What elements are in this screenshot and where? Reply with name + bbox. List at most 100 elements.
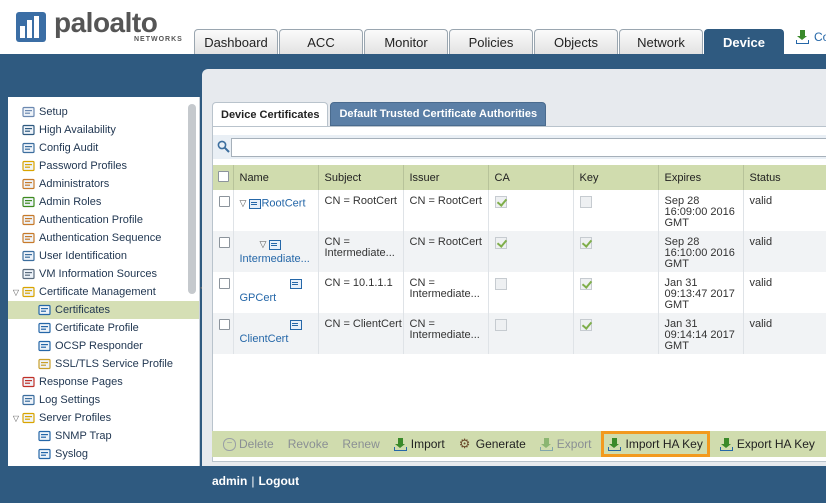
tab-dashboard[interactable]: Dashboard — [194, 29, 278, 54]
logo-subtitle: NETWORKS — [134, 36, 183, 43]
response-pages-icon — [22, 376, 36, 389]
expand-toggle-icon[interactable]: ▽ — [11, 287, 21, 297]
sidebar-item-authentication-sequence[interactable]: Authentication Sequence — [8, 229, 199, 247]
certificate-icon — [249, 198, 262, 209]
current-user-link[interactable]: admin — [212, 474, 247, 488]
generate-button[interactable]: Generate — [455, 433, 530, 455]
commit-button[interactable]: Co — [796, 30, 826, 44]
renew-button[interactable]: Renew — [338, 433, 383, 455]
sidebar-item-password-profiles[interactable]: Password Profiles — [8, 157, 199, 175]
export-ha-key-button[interactable]: Export HA Key — [716, 433, 819, 455]
tab-device-certificates[interactable]: Device Certificates — [212, 102, 329, 126]
logo-wordmark: paloalto — [54, 7, 158, 38]
cert-ca-cell — [488, 313, 574, 354]
column-header-key[interactable]: Key — [573, 165, 659, 190]
sidebar-item-authentication-profile[interactable]: Authentication Profile — [8, 211, 199, 229]
sidebar-item-certificate-management[interactable]: ▽ Certificate Management — [8, 283, 199, 301]
cert-name-link[interactable]: GPCert — [240, 289, 318, 304]
high-availability-icon — [22, 124, 36, 137]
export-button[interactable]: Export — [536, 433, 596, 455]
delete-icon — [222, 437, 236, 451]
sidebar-item-snmp-trap[interactable]: SNMP Trap — [8, 427, 199, 445]
logout-link[interactable]: Logout — [258, 474, 299, 488]
gear-icon — [459, 436, 473, 452]
sidebar-item-ocsp-responder[interactable]: OCSP Responder — [8, 337, 199, 355]
sidebar-item-admin-roles[interactable]: Admin Roles — [8, 193, 199, 211]
expires-zone: GMT — [664, 340, 689, 352]
renew-label: Renew — [342, 437, 380, 451]
sidebar-item-administrators[interactable]: Administrators — [8, 175, 199, 193]
sidebar-item-setup[interactable]: Setup — [8, 103, 199, 121]
tab-monitor[interactable]: Monitor — [364, 29, 448, 54]
column-header-expires[interactable]: Expires — [658, 165, 744, 190]
table-body: ▽ RootCert CN = RootCert CN = RootCert Sep … — [213, 190, 826, 354]
sidebar-item-label: OCSP Responder — [55, 340, 143, 352]
cert-name-link[interactable]: Intermediate... — [240, 250, 318, 265]
certificates-table: Name Subject Issuer CA Key Expires Statu… — [213, 165, 826, 354]
tab-policies[interactable]: Policies — [449, 29, 533, 54]
export-ha-key-icon — [719, 437, 734, 451]
expand-toggle-icon[interactable]: ▽ — [11, 413, 21, 423]
sidebar-item-certificate-profile[interactable]: Certificate Profile — [8, 319, 199, 337]
row-checkbox[interactable] — [219, 278, 230, 289]
sidebar-item-server-profiles[interactable]: ▽ Server Profiles — [8, 409, 199, 427]
sidebar-item-log-settings[interactable]: Log Settings — [8, 391, 199, 409]
column-header-ca[interactable]: CA — [488, 165, 574, 190]
revoke-label: Revoke — [287, 437, 329, 451]
tree-toggle-icon[interactable]: ▽ — [260, 239, 267, 250]
tab-device[interactable]: Device — [704, 29, 784, 54]
sidebar-item-vm-information-sources[interactable]: VM Information Sources — [8, 265, 199, 283]
sidebar-item-label: Password Profiles — [39, 160, 128, 172]
sidebar-item-certificates[interactable]: Certificates — [8, 301, 199, 319]
sidebar-item-config-audit[interactable]: Config Audit — [8, 139, 199, 157]
row-checkbox[interactable] — [219, 319, 230, 330]
table-row[interactable]: ▽ Intermediate... CN = Intermediate... CN … — [213, 231, 826, 272]
table-row[interactable]: ▽ RootCert CN = RootCert CN = RootCert Sep … — [213, 190, 826, 231]
cert-issuer: CN = Intermediate... — [403, 272, 489, 313]
commit-label: Co — [814, 30, 826, 44]
tab-network[interactable]: Network — [619, 29, 703, 54]
sidebar-item-syslog[interactable]: Syslog — [8, 445, 199, 463]
header: paloalto NETWORKS Dashboard ACC Monitor Pol… — [0, 0, 826, 54]
delete-button[interactable]: Delete — [218, 433, 278, 455]
key-checkbox — [579, 319, 592, 331]
admin-roles-icon — [22, 196, 36, 209]
row-checkbox[interactable] — [219, 196, 230, 207]
tree-toggle-icon[interactable]: ▽ — [240, 198, 247, 209]
certificates-content: Name Subject Issuer CA Key Expires Statu… — [212, 126, 826, 462]
select-all-checkbox[interactable] — [218, 170, 229, 182]
sidebar-item-label: User Identification — [39, 250, 128, 262]
ca-checkbox — [494, 319, 507, 331]
row-select-cell — [213, 190, 234, 231]
sidebar-item-label: Config Audit — [39, 142, 99, 154]
folder-icon — [22, 286, 36, 299]
filter-input[interactable] — [231, 138, 826, 157]
column-header-issuer[interactable]: Issuer — [403, 165, 489, 190]
monitor-icon — [22, 268, 36, 281]
column-header-status[interactable]: Status — [743, 165, 826, 190]
tab-objects[interactable]: Objects — [534, 29, 618, 54]
table-row[interactable]: ClientCert CN = ClientCert CN = Intermedia… — [213, 313, 826, 354]
column-header-subject[interactable]: Subject — [318, 165, 404, 190]
sidebar-item-ssl-tls-service-profile[interactable]: SSL/TLS Service Profile — [8, 355, 199, 373]
sidebar-scrollbar[interactable] — [188, 104, 196, 294]
cert-name-link[interactable]: ClientCert — [240, 330, 318, 345]
commit-icon — [796, 30, 810, 44]
row-checkbox[interactable] — [219, 237, 230, 248]
table-row[interactable]: GPCert CN = 10.1.1.1 CN = Intermediate... J… — [213, 272, 826, 313]
tab-default-trusted-cas[interactable]: Default Trusted Certificate Authorities — [330, 102, 547, 126]
sidebar-item-user-identification[interactable]: User Identification — [8, 247, 199, 265]
sidebar-item-high-availability[interactable]: High Availability — [8, 121, 199, 139]
sidebar-item-label: Admin Roles — [39, 196, 102, 208]
sidebar-item-label: Certificate Management — [39, 286, 156, 298]
tab-acc[interactable]: ACC — [279, 29, 363, 54]
cert-status: valid — [743, 231, 826, 272]
import-ha-key-button[interactable]: Import HA Key — [601, 431, 710, 457]
import-button[interactable]: Import — [390, 433, 449, 455]
sidebar-tree: Setup High Availability Config Audit Passwo… — [8, 97, 199, 463]
sidebar-item-response-pages[interactable]: Response Pages — [8, 373, 199, 391]
revoke-button[interactable]: Revoke — [284, 433, 333, 455]
cert-ca-cell — [488, 190, 574, 231]
column-header-name[interactable]: Name — [233, 165, 319, 190]
cert-name-link[interactable]: RootCert — [261, 197, 305, 209]
